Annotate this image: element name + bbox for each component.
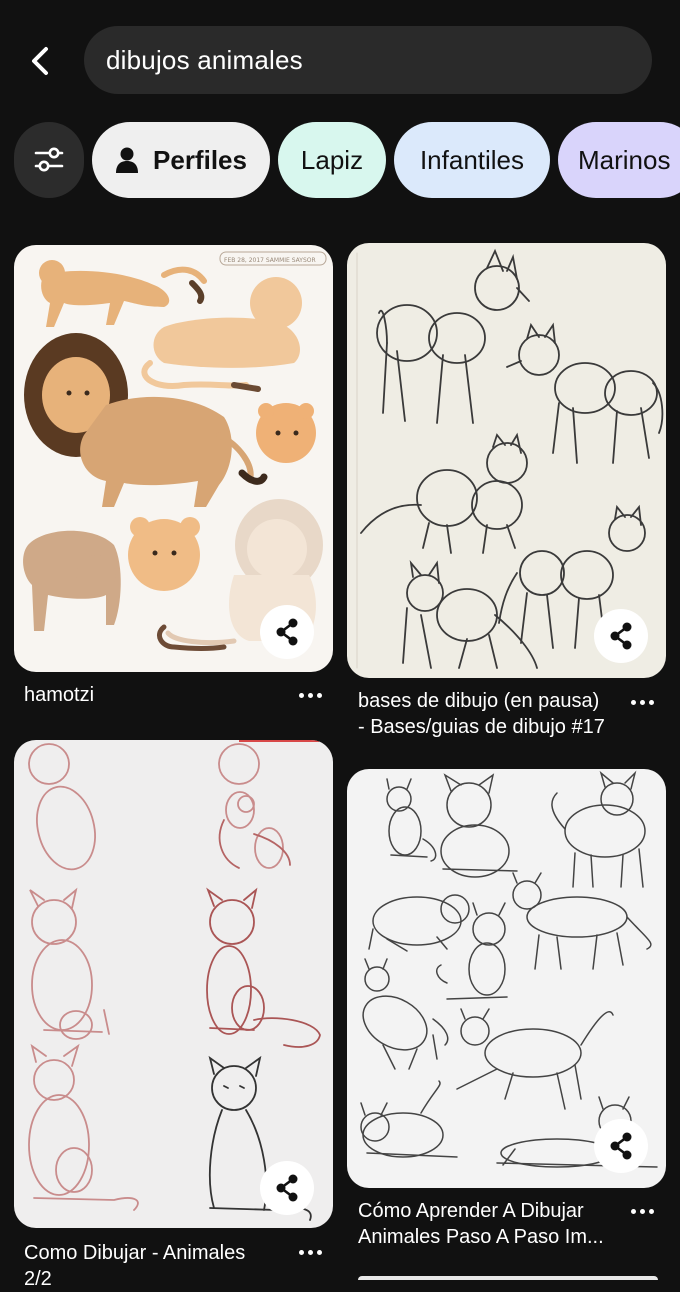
share-button[interactable] <box>260 1161 314 1215</box>
back-button[interactable] <box>22 42 60 80</box>
more-dots-icon <box>630 1208 636 1214</box>
cat-step-guide <box>28 740 321 1221</box>
pin-title-line: Cómo Aprender A Dibujar <box>358 1200 584 1222</box>
share-icon <box>610 622 632 650</box>
chip-perfiles[interactable]: Perfiles <box>92 122 270 198</box>
pin-title-line: - Bases/guias de dibujo #17 <box>358 716 605 738</box>
share-icon <box>276 618 298 646</box>
next-pin-card-edge <box>358 1276 658 1280</box>
chip-infantiles[interactable]: Infantiles <box>394 122 550 198</box>
chip-marinos-label: Marinos <box>578 144 671 175</box>
pin-title[interactable]: bases de dibujo (en pausa) - Bases/guias… <box>358 688 618 740</box>
search-header: dibujos animales <box>0 0 680 122</box>
pin-title-line: bases de dibujo (en pausa) <box>358 690 600 712</box>
person-icon <box>116 147 139 173</box>
chip-lapiz[interactable]: Lapiz <box>278 122 386 198</box>
share-icon <box>276 1174 298 1202</box>
more-options-button[interactable] <box>622 1199 662 1223</box>
filter-chips: Perfiles Lapiz Infantiles Marinos <box>14 122 680 198</box>
more-options-button[interactable] <box>622 690 662 714</box>
pin-title[interactable]: hamotzi <box>24 682 94 708</box>
filter-button[interactable] <box>14 122 84 198</box>
more-dots-icon <box>298 1249 304 1255</box>
back-arrow-icon <box>32 47 48 75</box>
pin-watermark: FEB 28, 2017 SAMMIE SAYSOR <box>224 257 316 264</box>
search-query: dibujos animales <box>106 44 303 75</box>
chip-marinos[interactable]: Marinos <box>558 122 680 198</box>
more-options-button[interactable] <box>290 683 330 707</box>
pin-title[interactable]: Cómo Aprender A Dibujar Animales Paso A … <box>358 1198 618 1250</box>
more-options-button[interactable] <box>290 1240 330 1264</box>
pin-image-cat-steps[interactable] <box>14 740 333 1228</box>
share-button[interactable] <box>594 609 648 663</box>
pin-title-line: Como Dibujar - Animales <box>24 1242 246 1264</box>
chip-infantiles-label: Infantiles <box>419 144 525 175</box>
sliders-icon <box>34 147 64 172</box>
pin-title-line: 2/2 <box>24 1268 52 1290</box>
more-dots-icon <box>298 692 304 698</box>
share-button[interactable] <box>260 605 314 659</box>
share-icon <box>610 1132 632 1160</box>
pin-title-line: Animales Paso A Paso Im... <box>358 1226 604 1248</box>
search-input[interactable]: dibujos animales <box>84 26 652 94</box>
chip-perfiles-label: Perfiles <box>153 144 247 175</box>
chip-lapiz-label: Lapiz <box>300 144 364 175</box>
more-dots-icon <box>630 699 636 705</box>
pin-title[interactable]: Como Dibujar - Animales 2/2 <box>24 1240 284 1292</box>
share-button[interactable] <box>594 1119 648 1173</box>
